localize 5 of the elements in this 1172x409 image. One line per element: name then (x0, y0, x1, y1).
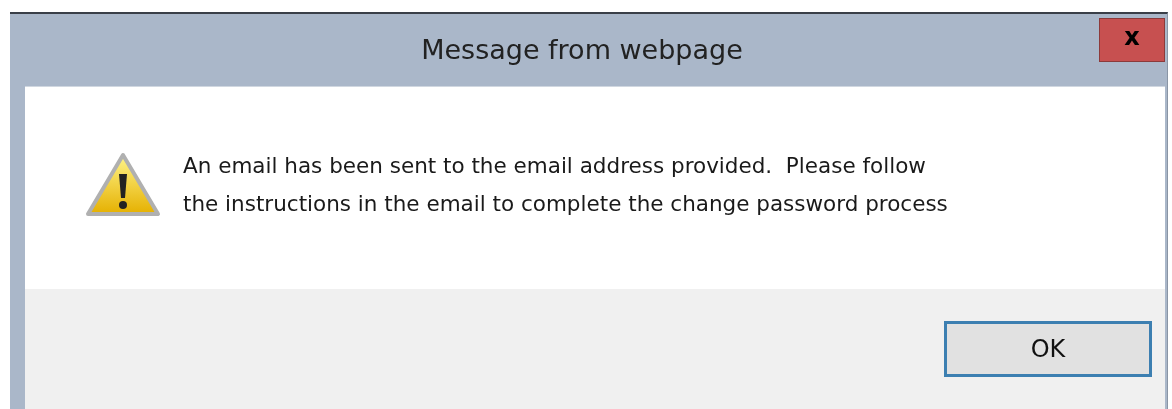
ok-button[interactable]: OK (944, 321, 1152, 377)
window-title: Message from webpage (420, 34, 744, 65)
close-button[interactable]: x (1099, 18, 1165, 62)
warning-icon (85, 152, 161, 218)
message-text: An email has been sent to the email address provided. Please follow the instructions in the email to complete the change password process (183, 152, 948, 218)
